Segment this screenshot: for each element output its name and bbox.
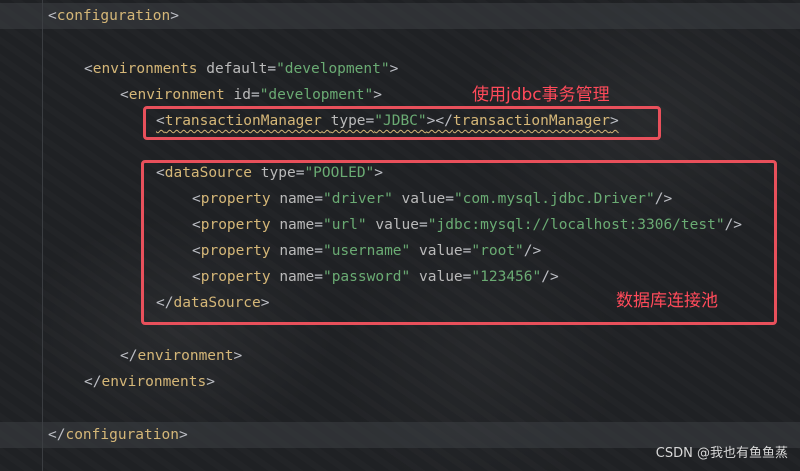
punct: </ <box>84 374 102 390</box>
code-line-environment-open[interactable]: <environment id="development"> <box>0 82 800 108</box>
punct: < <box>48 8 57 24</box>
attr-name: id <box>233 87 251 103</box>
annotation-jdbc-transaction: 使用jdbc事务管理 <box>472 85 610 105</box>
tag-name: environment <box>137 348 234 364</box>
tag-name: environments <box>101 374 207 390</box>
tag-name: configuration <box>65 427 179 443</box>
csdn-watermark: CSDN @我也有鱼鱼蒸 <box>655 446 788 461</box>
tag-name: environments <box>92 61 198 77</box>
punct: = <box>267 61 277 77</box>
attr-value: "development" <box>276 61 390 77</box>
punct: < <box>120 87 129 103</box>
punct: = <box>250 87 260 103</box>
code-line-environments-close[interactable]: </environments> <box>0 369 800 395</box>
attr-value: "development" <box>259 87 374 103</box>
code-line-environment-close[interactable]: </environment> <box>0 343 800 369</box>
code-line-environments-open[interactable]: <environments default="development"> <box>0 56 800 82</box>
punct: </ <box>48 427 66 443</box>
attr-name: default <box>206 61 268 77</box>
punct: > <box>389 61 399 77</box>
punct: > <box>233 348 243 364</box>
annotation-connection-pool: 数据库连接池 <box>616 291 718 311</box>
punct: </ <box>120 348 138 364</box>
punct: < <box>84 61 93 77</box>
transaction-manager-highlight-box <box>143 106 661 140</box>
tag-name: environment <box>128 87 225 103</box>
tag-name: configuration <box>56 8 171 24</box>
punct: > <box>170 8 179 24</box>
punct: > <box>206 374 215 390</box>
punct: > <box>178 427 188 443</box>
punct: > <box>373 87 382 103</box>
code-line-configuration-open[interactable]: <configuration> <box>0 3 800 29</box>
